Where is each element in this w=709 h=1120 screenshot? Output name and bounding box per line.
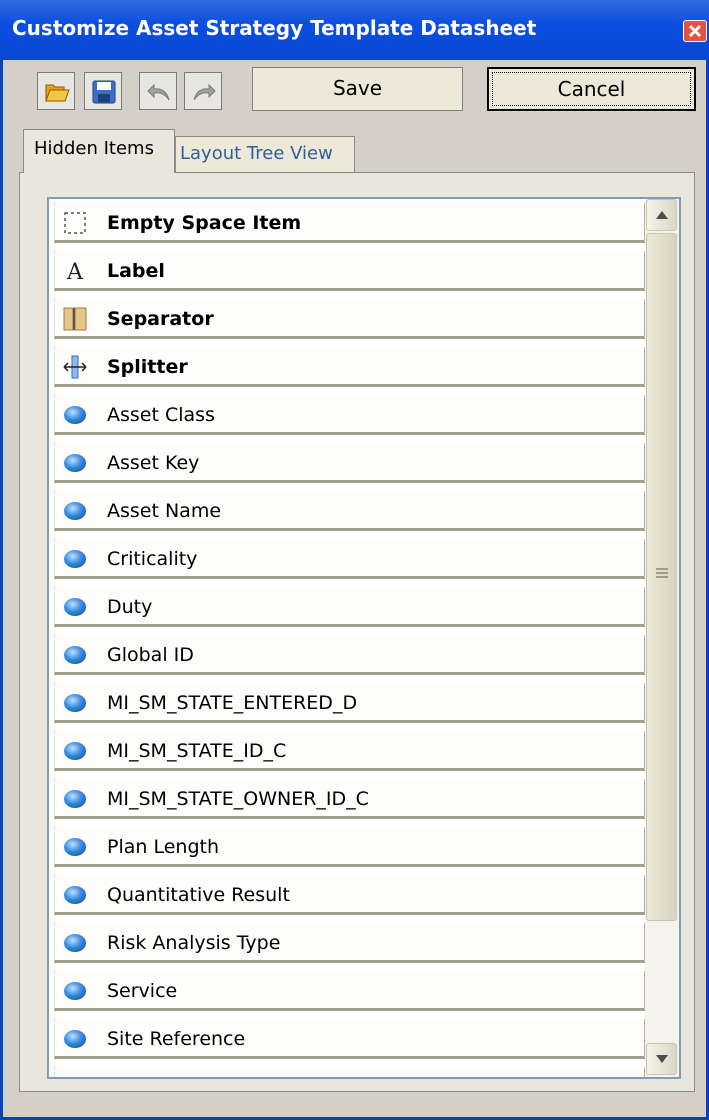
list-item[interactable]: A Label bbox=[54, 251, 645, 291]
label-icon: A bbox=[63, 259, 87, 285]
field-bullet-icon bbox=[63, 499, 87, 523]
list-item[interactable]: Risk Analysis Type bbox=[54, 923, 645, 963]
focus-ring bbox=[492, 72, 691, 106]
field-bullet-icon bbox=[63, 595, 87, 619]
list-item-label: Separator bbox=[107, 308, 214, 330]
list-item[interactable]: Site Reference bbox=[54, 1019, 645, 1059]
list-item-label: Empty Space Item bbox=[107, 212, 302, 234]
save-button[interactable]: Save bbox=[252, 67, 463, 111]
save-icon-button[interactable] bbox=[84, 72, 122, 110]
list-item-label: Splitter bbox=[107, 356, 188, 378]
list-item[interactable]: Quantitative Result bbox=[54, 875, 645, 915]
splitter-icon bbox=[63, 355, 87, 379]
field-bullet-icon bbox=[63, 835, 87, 859]
redo-icon bbox=[193, 83, 216, 101]
list-items-container: Empty Space Item A Label Separator Splitter A… bbox=[49, 199, 645, 1077]
list-item[interactable]: Service bbox=[54, 971, 645, 1011]
list-item-label: Asset Class bbox=[107, 404, 215, 426]
field-bullet-icon bbox=[63, 787, 87, 811]
field-bullet-icon bbox=[63, 643, 87, 667]
undo-icon bbox=[147, 83, 170, 101]
field-bullet-icon bbox=[63, 979, 87, 1003]
window-title: Customize Asset Strategy Template Datash… bbox=[12, 16, 537, 40]
tab-hidden-items[interactable]: Hidden Items bbox=[23, 129, 175, 173]
list-item[interactable]: Empty Space Item bbox=[54, 203, 645, 243]
list-item-label: Asset Key bbox=[107, 452, 200, 474]
list-item[interactable]: Separator bbox=[54, 299, 645, 339]
list-item[interactable]: Splitter bbox=[54, 347, 645, 387]
svg-text:A: A bbox=[66, 260, 84, 283]
floppy-disk-icon bbox=[92, 80, 116, 104]
title-bar[interactable]: Customize Asset Strategy Template Datash… bbox=[0, 0, 709, 60]
list-item-label: Site Reference bbox=[107, 1028, 246, 1050]
field-bullet-icon bbox=[63, 1027, 87, 1051]
redo-button[interactable] bbox=[184, 72, 222, 110]
list-item-label: Quantitative Result bbox=[107, 884, 290, 906]
list-item[interactable] bbox=[54, 1067, 645, 1077]
list-item[interactable]: Duty bbox=[54, 587, 645, 627]
list-item-label: Criticality bbox=[107, 548, 198, 570]
list-item-label: MI_SM_STATE_OWNER_ID_C bbox=[107, 788, 369, 810]
tab-layout-tree-view[interactable]: Layout Tree View bbox=[175, 136, 355, 172]
field-bullet-icon bbox=[63, 1075, 87, 1077]
list-item[interactable]: Asset Name bbox=[54, 491, 645, 531]
open-button[interactable] bbox=[37, 72, 75, 110]
list-item[interactable]: MI_SM_STATE_ENTERED_D bbox=[54, 683, 645, 723]
list-item-label: Service bbox=[107, 980, 178, 1002]
list-item[interactable]: MI_SM_STATE_ID_C bbox=[54, 731, 645, 771]
list-item-label: MI_SM_STATE_ID_C bbox=[107, 740, 287, 762]
close-icon bbox=[688, 24, 702, 38]
separator-icon bbox=[63, 307, 87, 331]
scroll-up-button[interactable] bbox=[646, 199, 677, 231]
list-item-label: Plan Length bbox=[107, 836, 219, 858]
hidden-items-list[interactable]: Empty Space Item A Label Separator Splitter A… bbox=[47, 197, 681, 1079]
grip-icon bbox=[656, 568, 668, 578]
folder-open-icon bbox=[45, 84, 70, 102]
list-item-label: Global ID bbox=[107, 644, 194, 666]
field-bullet-icon bbox=[63, 691, 87, 715]
arrow-down-icon bbox=[656, 1055, 668, 1063]
list-item[interactable]: Asset Key bbox=[54, 443, 645, 483]
vertical-scrollbar[interactable] bbox=[645, 199, 679, 1077]
list-item-label: MI_SM_STATE_ENTERED_D bbox=[107, 692, 358, 714]
field-bullet-icon bbox=[63, 451, 87, 475]
list-item[interactable]: Global ID bbox=[54, 635, 645, 675]
list-item[interactable]: MI_SM_STATE_OWNER_ID_C bbox=[54, 779, 645, 819]
list-item[interactable]: Plan Length bbox=[54, 827, 645, 867]
field-bullet-icon bbox=[63, 739, 87, 763]
field-bullet-icon bbox=[63, 547, 87, 571]
cancel-button[interactable]: Cancel bbox=[487, 67, 696, 111]
list-item-label: Risk Analysis Type bbox=[107, 932, 281, 954]
list-item[interactable]: Criticality bbox=[54, 539, 645, 579]
field-bullet-icon bbox=[63, 883, 87, 907]
scroll-thumb[interactable] bbox=[646, 233, 677, 921]
field-bullet-icon bbox=[63, 931, 87, 955]
scroll-down-button[interactable] bbox=[646, 1043, 677, 1075]
close-button[interactable] bbox=[683, 20, 707, 42]
arrow-up-icon bbox=[656, 211, 668, 219]
empty-space-icon bbox=[63, 211, 87, 235]
list-item[interactable]: Asset Class bbox=[54, 395, 645, 435]
list-item-label: Asset Name bbox=[107, 500, 222, 522]
list-item-label: Label bbox=[107, 260, 165, 282]
list-item-label: Duty bbox=[107, 596, 153, 618]
undo-button[interactable] bbox=[139, 72, 177, 110]
field-bullet-icon bbox=[63, 403, 87, 427]
